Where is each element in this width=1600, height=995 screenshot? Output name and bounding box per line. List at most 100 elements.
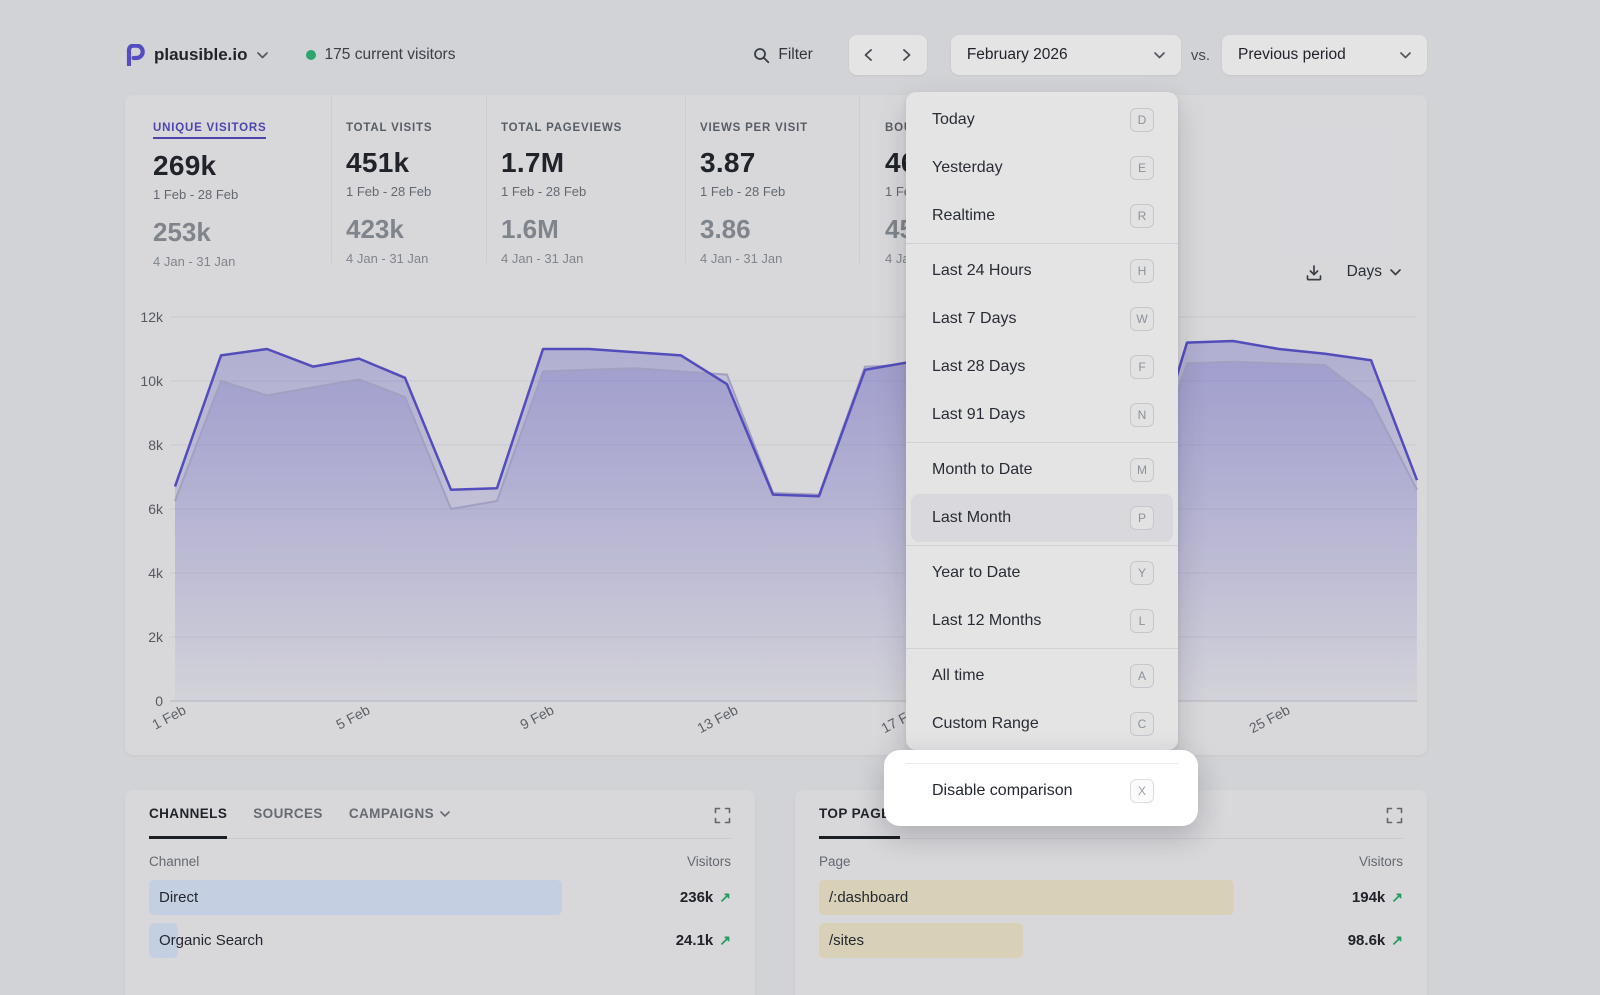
tab-sources[interactable]: SOURCES	[253, 806, 323, 839]
channels-column-headers: Channel Visitors	[149, 854, 731, 869]
svg-text:0: 0	[155, 693, 163, 709]
current-visitors-link[interactable]: 175 current visitors	[306, 46, 456, 64]
menu-item-last-7-days[interactable]: Last 7 Days W	[906, 295, 1178, 343]
menu-item-label: Last 12 Months	[932, 612, 1041, 630]
trend-up-arrow-icon: ↗	[719, 889, 731, 906]
visitors-area-chart[interactable]: 02k4k6k8k10k12k1 Feb5 Feb9 Feb13 Feb17 F…	[125, 95, 1427, 755]
plausible-dashboard: { "brand": { "site_name": "plausible.io"…	[0, 0, 1600, 995]
column-header: Visitors	[687, 854, 731, 869]
svg-text:25 Feb: 25 Feb	[1246, 701, 1292, 736]
svg-text:5 Feb: 5 Feb	[333, 701, 372, 732]
shortcut-key-badge: P	[1130, 506, 1154, 530]
tab-label: CHANNELS	[149, 806, 227, 821]
channels-panel: CHANNELS SOURCES CAMPAIGNS Channel Visitors D…	[125, 790, 755, 995]
shortcut-key-badge: E	[1130, 156, 1154, 180]
chevron-down-icon	[440, 811, 450, 817]
chevron-down-icon	[1400, 52, 1411, 59]
menu-item-label: Disable comparison	[932, 782, 1073, 800]
menu-item-all-time[interactable]: All time A	[906, 652, 1178, 700]
pages-column-headers: PageVisitors	[819, 854, 1403, 869]
row-visitors-count: 24.1k	[676, 932, 714, 949]
menu-item-label: Month to Date	[932, 461, 1033, 479]
shortcut-key-badge: F	[1130, 355, 1154, 379]
shortcut-key-badge: L	[1130, 609, 1154, 633]
metrics-and-chart-card: UNIQUE VISITORS269k1 Feb - 28 Feb253k4 J…	[125, 95, 1427, 755]
tab-label: CAMPAIGNS	[349, 806, 434, 821]
column-header: Page	[819, 854, 851, 869]
menu-item-month-to-date[interactable]: Month to Date M	[906, 446, 1178, 494]
tab-channels[interactable]: CHANNELS	[149, 806, 227, 839]
menu-item-today[interactable]: Today D	[906, 96, 1178, 144]
shortcut-key-badge: X	[1130, 779, 1154, 803]
vs-label: vs.	[1191, 47, 1210, 64]
menu-item-custom-range[interactable]: Custom Range C	[906, 700, 1178, 748]
shortcut-key-badge: M	[1130, 458, 1154, 482]
shortcut-key-badge: D	[1130, 108, 1154, 132]
menu-item-label: Custom Range	[932, 715, 1039, 733]
menu-item-label: Last 28 Days	[932, 358, 1025, 376]
spotlight-menu-section: Disable comparison X	[906, 760, 1178, 815]
previous-period-arrow-button[interactable]	[849, 35, 888, 75]
menu-item-label: Last 7 Days	[932, 310, 1016, 328]
menu-item-last-91-days[interactable]: Last 91 Days N	[906, 391, 1178, 439]
menu-item-disable-comparison[interactable]: Disable comparison X	[906, 767, 1178, 815]
menu-item-last-12-months[interactable]: Last 12 Months L	[906, 597, 1178, 645]
menu-item-label: Last Month	[932, 509, 1011, 527]
row-bar	[149, 880, 562, 915]
shortcut-key-badge: A	[1130, 664, 1154, 688]
live-dot-icon	[306, 50, 316, 60]
menu-item-last-28-days[interactable]: Last 28 Days F	[906, 343, 1178, 391]
shortcut-key-badge: N	[1130, 403, 1154, 427]
tab-label: SOURCES	[253, 806, 323, 821]
row-label: Direct	[149, 889, 198, 906]
svg-text:2k: 2k	[148, 629, 164, 645]
filter-button[interactable]: Filter	[753, 46, 812, 64]
date-range-selector[interactable]: February 2026	[951, 35, 1181, 75]
site-switcher[interactable]: plausible.io	[125, 44, 268, 66]
shortcut-key-badge: C	[1130, 712, 1154, 736]
menu-item-realtime[interactable]: RealtimeR	[906, 192, 1178, 240]
topbar: plausible.io 175 current visitors Filter…	[125, 34, 1427, 76]
row-value: 98.6k↗	[1348, 932, 1403, 949]
channels-panel-inner: CHANNELS SOURCES CAMPAIGNS Channel Visitors D…	[125, 790, 755, 958]
expand-panel-button[interactable]	[1386, 807, 1403, 837]
row-visitors-count: 98.6k	[1348, 932, 1386, 949]
menu-divider	[906, 763, 1178, 764]
search-icon	[753, 47, 770, 64]
period-nav	[849, 35, 927, 75]
channels-tabs: CHANNELS SOURCES CAMPAIGNS	[149, 806, 731, 839]
menu-item-label: Today	[932, 111, 975, 129]
expand-panel-button[interactable]	[714, 807, 731, 837]
svg-text:10k: 10k	[140, 373, 164, 389]
filter-label: Filter	[778, 46, 812, 64]
menu-item-last-24-hours[interactable]: Last 24 Hours H	[906, 247, 1178, 295]
comparison-selector[interactable]: Previous period	[1222, 35, 1427, 75]
plausible-logo-icon	[125, 44, 145, 66]
menu-divider	[906, 648, 1178, 649]
next-period-arrow-button[interactable]	[888, 35, 927, 75]
svg-text:13 Feb: 13 Feb	[694, 701, 740, 736]
menu-item-last-month[interactable]: Last Month P	[911, 494, 1173, 542]
row-visitors-count: 194k	[1352, 889, 1385, 906]
row-label: /sites	[819, 932, 864, 949]
svg-text:8k: 8k	[148, 437, 164, 453]
menu-item-yesterday[interactable]: YesterdayE	[906, 144, 1178, 192]
row-value: 24.1k↗	[676, 932, 731, 949]
pages-row-dashboard[interactable]: /:dashboard194k↗	[819, 880, 1403, 915]
channels-row-direct[interactable]: Direct236k↗	[149, 880, 731, 915]
trend-up-arrow-icon: ↗	[1391, 889, 1403, 906]
svg-text:4k: 4k	[148, 565, 164, 581]
shortcut-key-badge: H	[1130, 259, 1154, 283]
column-header: Channel	[149, 854, 199, 869]
pages-row-sites[interactable]: /sites 98.6k↗	[819, 923, 1403, 958]
channels-row-organic-search[interactable]: Organic Search24.1k↗	[149, 923, 731, 958]
menu-item-label: All time	[932, 667, 984, 685]
menu-item-label: Last 24 Hours	[932, 262, 1032, 280]
date-range-value: February 2026	[967, 46, 1068, 64]
tab-campaigns[interactable]: CAMPAIGNS	[349, 806, 450, 839]
comparison-value: Previous period	[1238, 46, 1346, 64]
menu-item-year-to-date[interactable]: Year to DateY	[906, 549, 1178, 597]
shortcut-key-badge: W	[1130, 307, 1154, 331]
menu-item-label: Last 91 Days	[932, 406, 1025, 424]
svg-text:6k: 6k	[148, 501, 164, 517]
